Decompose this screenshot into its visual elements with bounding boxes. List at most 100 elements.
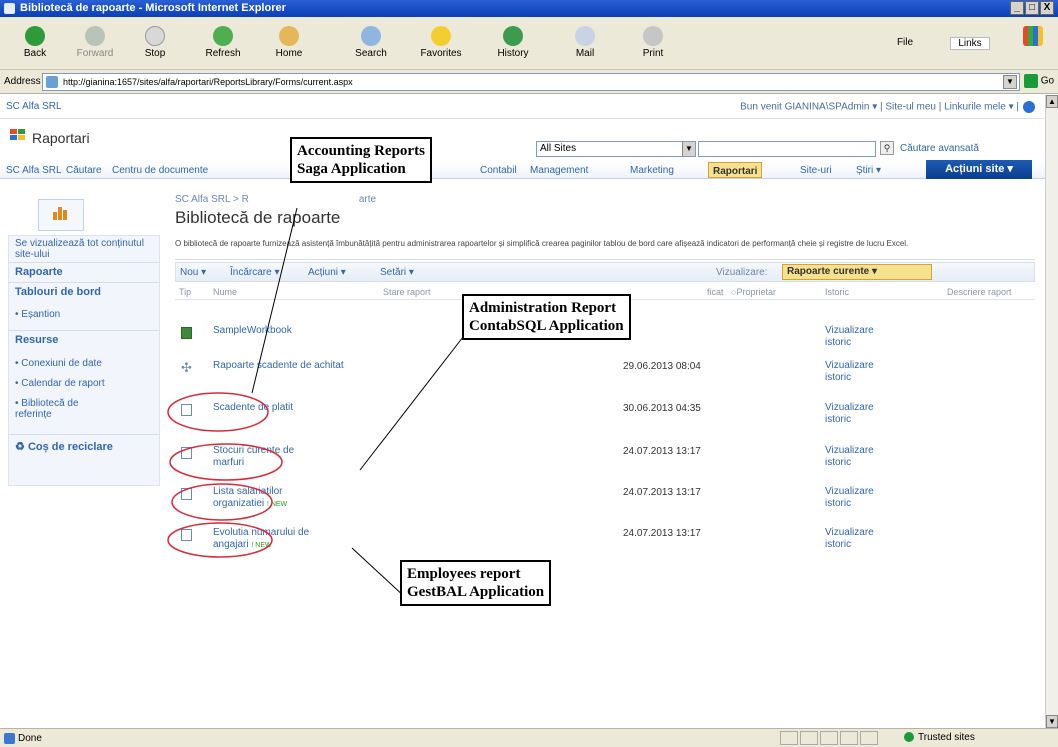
tab-contabil[interactable]: Contabil [480,165,517,176]
security-zone[interactable]: Trusted sites [904,732,975,743]
tab-raportari[interactable]: Raportari [708,162,763,178]
item-name-link[interactable]: SampleWorkbook [213,325,353,337]
item-name-link[interactable]: Evolutia numarului de angajari ! NEW [213,527,337,552]
view-history-link[interactable]: Vizualizare istoric [825,360,885,384]
nav-heading-tablouri[interactable]: Tablouri de bord [15,286,101,298]
col-history[interactable]: Istoric [825,287,849,297]
list-item[interactable]: Lista salariatilor organizatiei ! NEW 24… [175,486,1035,518]
view-all-content-link[interactable]: Se vizualizează tot conținutul site-ului [15,238,155,260]
new-badge: ! NEW [266,501,288,508]
recycle-bin-link[interactable]: ♻ Coș de reciclare [15,440,113,453]
item-name-link[interactable]: Stocuri curente de marfuri [213,445,313,469]
col-name[interactable]: Nume [213,287,237,297]
nav-heading-rapoarte[interactable]: Rapoarte [15,266,63,278]
scroll-down-arrow[interactable]: ▼ [1046,715,1058,728]
list-item[interactable]: Stocuri curente de marfuri 24.07.2013 13… [175,445,1035,477]
minimize-button[interactable]: _ [1010,1,1024,15]
list-item[interactable]: Scadente de platit 30.06.2013 04:35 Vizu… [175,402,1035,434]
mail-button[interactable]: Mail [558,26,612,59]
close-button[interactable]: X [1040,1,1054,15]
view-selector[interactable]: Rapoarte curente ▾ [782,264,932,280]
item-name-link[interactable]: Lista salariatilor organizatiei ! NEW [213,486,313,511]
search-go-button[interactable]: ⚲ [880,141,894,155]
site-actions-button[interactable]: Acțiuni site ▾ [926,160,1032,179]
tab-management[interactable]: Management [530,165,588,176]
ie-icon [4,3,15,14]
tab-sc-alfa[interactable]: SC Alfa SRL [6,165,62,176]
document-icon [181,447,192,459]
nav-item-esantion[interactable]: • Eșantion [15,309,60,320]
item-name-link[interactable]: Scadente de platit [213,402,353,414]
refresh-button[interactable]: Refresh [196,26,250,59]
view-history-link[interactable]: Vizualizare istoric [825,325,885,349]
breadcrumb[interactable]: SC Alfa SRL > Rarte [175,194,376,205]
help-icon[interactable] [1023,101,1035,113]
vertical-scrollbar[interactable]: ▲ ▼ [1045,95,1058,728]
view-label: Vizualizare: [716,267,768,278]
favorites-button[interactable]: Favorites [414,26,468,59]
forward-button[interactable]: Forward [68,26,122,59]
search-input[interactable] [698,141,876,157]
site-name[interactable]: Raportari [32,130,90,146]
col-type[interactable]: Tip [179,287,191,297]
go-button[interactable]: Go [1024,74,1054,88]
view-history-link[interactable]: Vizualizare istoric [825,527,885,551]
global-bar: SC Alfa SRL Bun venit GIANINA\SPAdmin ▾ … [0,95,1045,119]
mail-icon [575,26,595,46]
address-input[interactable]: http://gianina:1657/sites/alfa/raportari… [42,73,1020,91]
stop-button[interactable]: Stop [128,26,182,59]
star-icon [431,26,451,46]
report-library-icon [38,199,84,231]
search-button[interactable]: Search [344,26,398,59]
browser-toolbar: Back Forward Stop Refresh Home Search Fa… [0,23,1058,70]
ie-page-icon [4,733,15,744]
scroll-up-arrow[interactable]: ▲ [1046,95,1058,108]
tab-stiri[interactable]: Știri ▾ [856,165,881,176]
address-dropdown[interactable]: ▼ [1003,75,1017,89]
nav-heading-resurse[interactable]: Resurse [15,334,58,346]
view-history-link[interactable]: Vizualizare istoric [825,445,885,469]
stop-icon [145,26,165,46]
tab-marketing[interactable]: Marketing [630,165,674,176]
view-history-link[interactable]: Vizualizare istoric [825,486,885,510]
refresh-icon [213,26,233,46]
tab-centru-documente[interactable]: Centru de documente [112,165,208,176]
print-button[interactable]: Print [626,26,680,59]
back-button[interactable]: Back [8,26,62,59]
page-title: Bibliotecă de rapoarte [175,208,341,227]
document-icon [181,488,192,500]
col-official[interactable]: ficat [707,287,724,297]
home-button[interactable]: Home [262,26,316,59]
top-navigation: SC Alfa SRL Căutare Centru de documente … [0,160,1045,179]
history-button[interactable]: History [486,26,540,59]
nav-item-calendar[interactable]: • Calendar de raport [15,378,105,389]
document-icon [181,529,192,541]
site-link[interactable]: SC Alfa SRL [6,101,62,112]
list-item[interactable]: Evolutia numarului de angajari ! NEW 24.… [175,527,1035,559]
workbook-icon [181,327,192,339]
list-item[interactable]: ✣ Rapoarte scadente de achitat 29.06.201… [175,360,1035,392]
search-scope-select[interactable]: All Sites ▼ [536,141,696,157]
file-menu[interactable]: File [890,37,920,48]
settings-menu[interactable]: Setări ▾ [380,267,414,278]
links-button[interactable]: Links [950,37,990,50]
document-icon [181,404,192,416]
col-status[interactable]: Stare raport [383,287,431,297]
welcome-menu[interactable]: Bun venit GIANINA\SPAdmin ▾ | Site-ul me… [740,101,1035,113]
col-owner[interactable]: ○Proprietar [731,287,776,297]
address-bar: Address http://gianina:1657/sites/alfa/r… [0,70,1058,94]
new-menu[interactable]: Nou ▾ [180,267,206,278]
upload-menu[interactable]: Încărcare ▾ [230,267,279,278]
tab-site-uri[interactable]: Site-uri [800,165,832,176]
tab-cautare[interactable]: Căutare [66,165,102,176]
item-date: 29.06.2013 08:04 [623,361,701,372]
advanced-search-link[interactable]: Căutare avansată [900,143,979,154]
maximize-button[interactable]: □ [1025,1,1039,15]
new-badge: ! NEW [251,542,272,549]
col-description[interactable]: Descriere raport [947,287,1012,297]
view-history-link[interactable]: Vizualizare istoric [825,402,885,426]
item-name-link[interactable]: Rapoarte scadente de achitat [213,360,353,372]
actions-menu[interactable]: Acțiuni ▾ [308,267,346,278]
nav-item-biblioteca[interactable]: • Bibliotecă de referințe [15,398,95,420]
nav-item-conexiuni[interactable]: • Conexiuni de date [15,358,102,369]
